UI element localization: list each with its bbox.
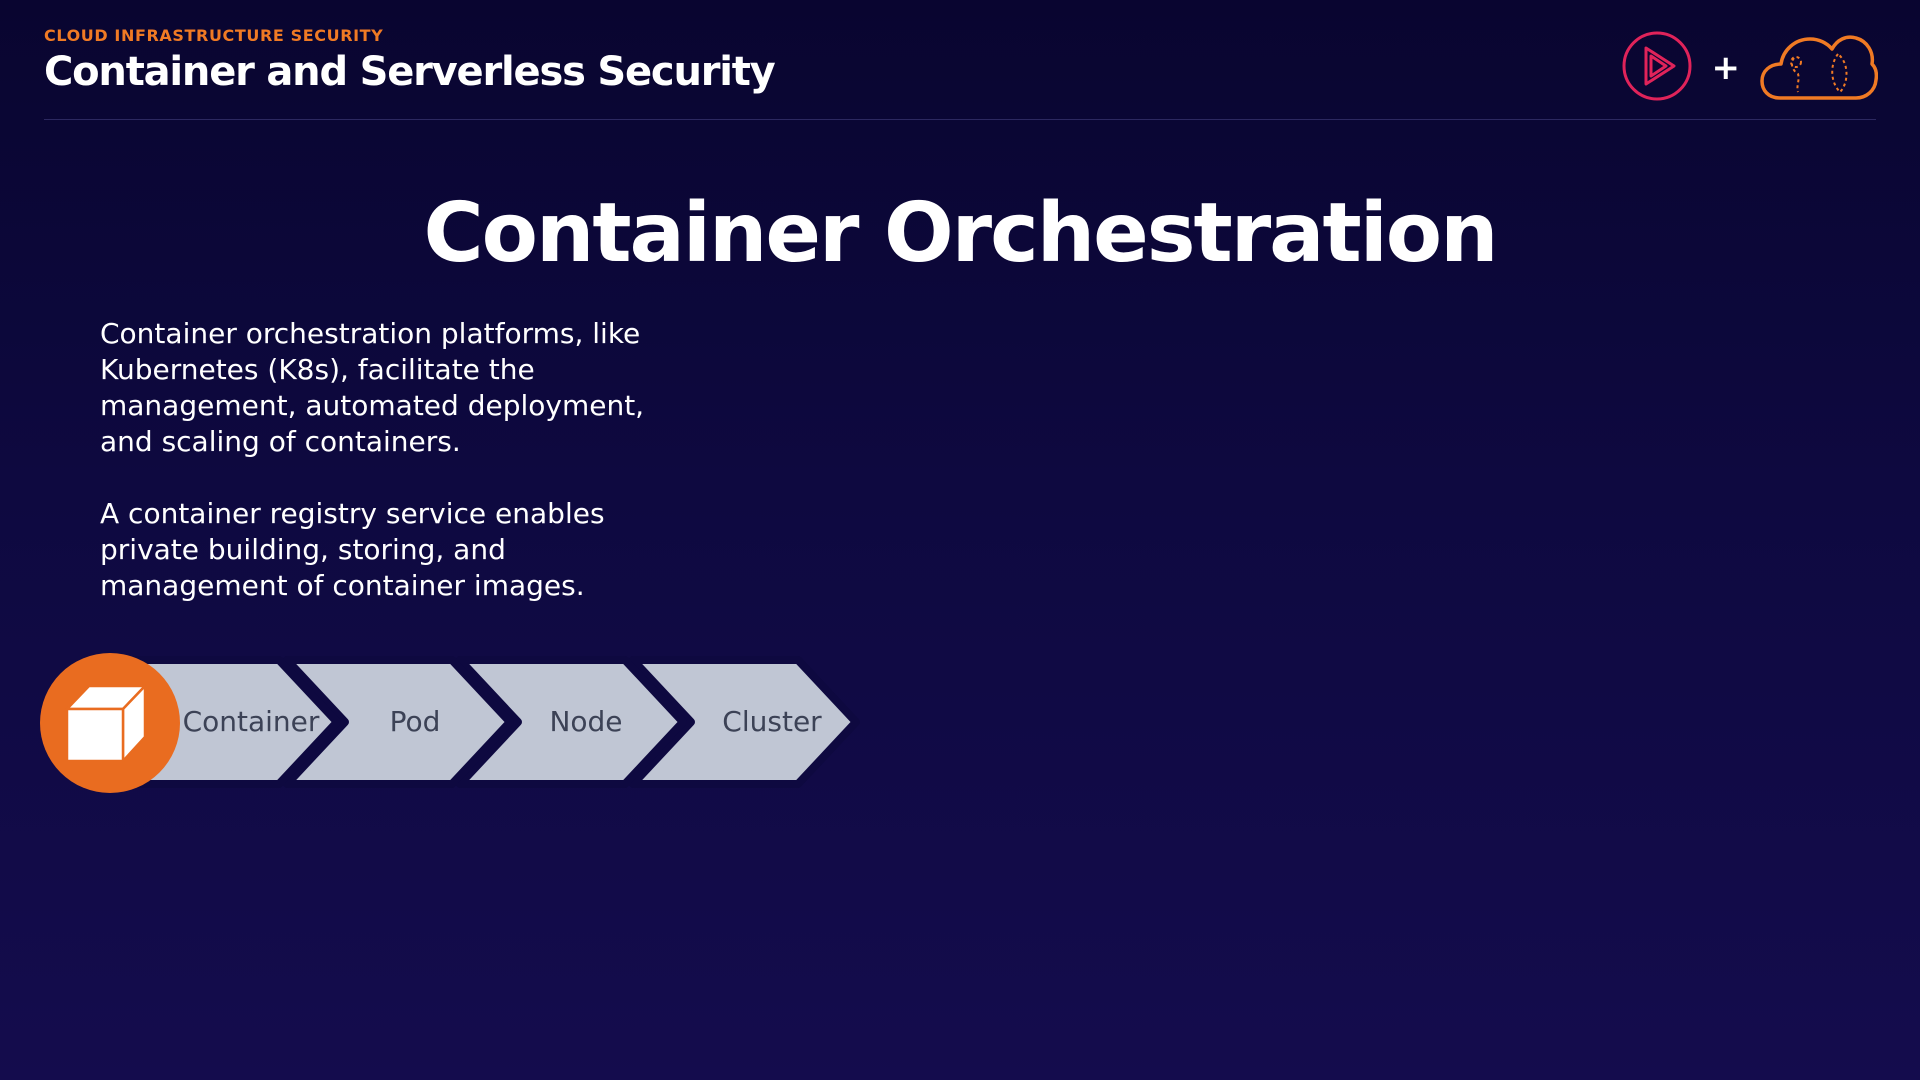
step-node: Node — [549, 705, 623, 738]
slide-body: Container orchestration platforms, like … — [100, 316, 700, 640]
paragraph-registry: A container registry service enables pri… — [100, 497, 605, 602]
course-label: CLOUD INFRASTRUCTURE SECURITY — [44, 26, 384, 45]
step-container: Container — [182, 705, 320, 738]
play-logo-icon — [1622, 31, 1692, 106]
brand-plus: + — [1711, 48, 1741, 88]
cloud-logo-icon — [1760, 30, 1879, 107]
paragraph-orchestration: Container orchestration platforms, like … — [100, 317, 645, 458]
module-title: Container and Serverless Security — [44, 49, 776, 95]
container-cube-icon — [40, 653, 180, 793]
step-cluster: Cluster — [722, 705, 822, 738]
step-pod: Pod — [389, 705, 441, 738]
header: CLOUD INFRASTRUCTURE SECURITY Container … — [44, 26, 776, 96]
header-divider — [44, 119, 1876, 120]
brand-logos: + — [1622, 30, 1879, 106]
slide-title: Container Orchestration — [423, 186, 1498, 281]
